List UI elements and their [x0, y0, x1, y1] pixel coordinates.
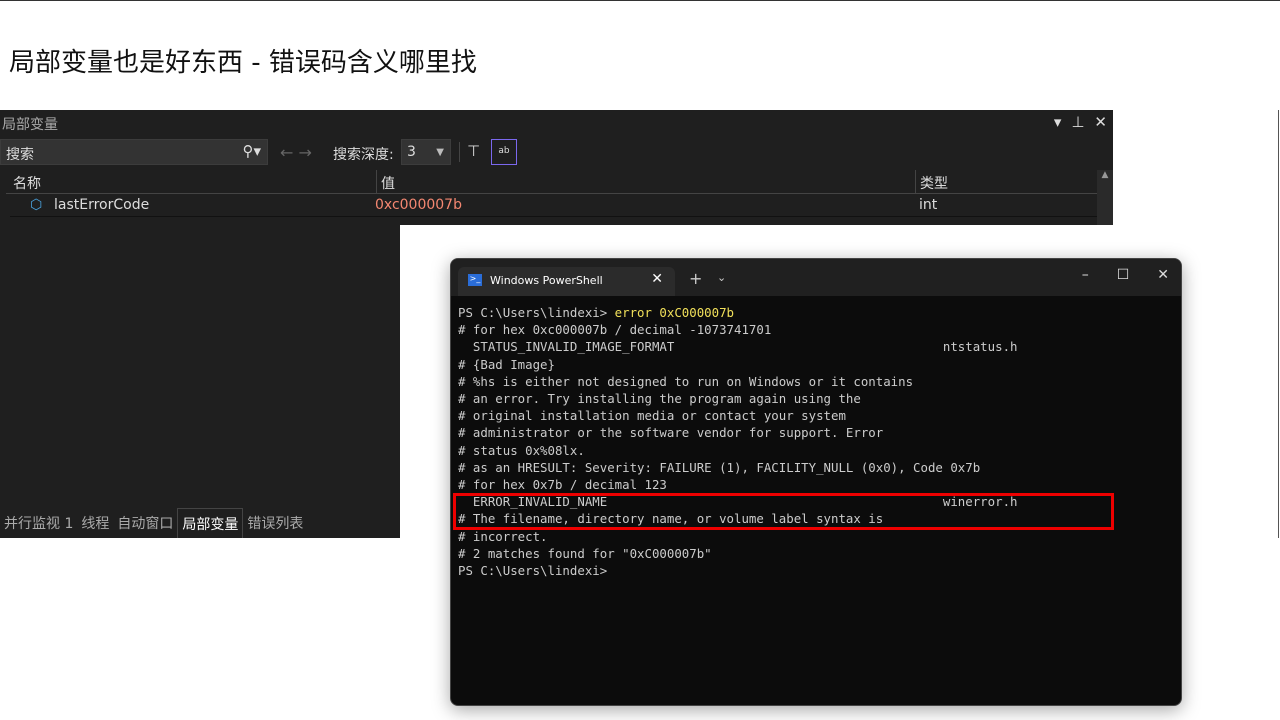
pin-filter-icon[interactable]: ⊤ [467, 142, 480, 160]
scrollbar[interactable]: ▲ [1097, 170, 1113, 225]
search-icon[interactable]: ⚲▾ [242, 142, 261, 160]
divider [0, 0, 1280, 1]
tab-autos[interactable]: 自动窗口 [113, 508, 177, 538]
dropdown-icon[interactable]: ▾ [1054, 113, 1062, 131]
pin-ab-icon[interactable]: ab [491, 139, 517, 165]
output-line: # status 0x%08lx. [458, 442, 585, 458]
search-depth-label: 搜索深度: [333, 147, 394, 163]
table-row[interactable]: ⬡ lastErrorCode 0xc000007b int [10, 195, 1097, 217]
output-line: # %hs is either not designed to run on W… [458, 373, 914, 389]
locals-panel-body: 并行监视 1 线程 自动窗口 局部变量 错误列表 [0, 225, 400, 538]
chevron-down-icon: ▼ [436, 147, 444, 158]
tab-error-list[interactable]: 错误列表 [243, 508, 307, 538]
tab-parallel-watch[interactable]: 并行监视 1 [0, 508, 77, 538]
column-value[interactable]: 值 [376, 170, 395, 194]
search-depth-select[interactable]: 3 ▼ [401, 139, 451, 165]
search-input[interactable]: 搜索 ⚲▾ [0, 139, 268, 165]
minimize-icon[interactable]: – [1082, 267, 1089, 283]
output-line: # for hex 0xc000007b / decimal -10737417… [458, 322, 772, 338]
terminal-output[interactable]: PS C:\Users\lindexi> error 0xC000007b # f… [451, 296, 1181, 579]
terminal-titlebar: >_ Windows PowerShell ✕ + ⌄ – ☐ ✕ [451, 259, 1181, 296]
column-type[interactable]: 类型 [915, 170, 948, 194]
powershell-icon: >_ [468, 274, 482, 286]
close-icon[interactable]: ✕ [1157, 267, 1169, 283]
variable-icon: ⬡ [30, 197, 43, 213]
output-line: # incorrect. [458, 528, 548, 544]
depth-value: 3 [407, 144, 416, 160]
locals-panel: 局部变量 ▾ ⊥ ✕ 搜索 ⚲▾ ← → 搜索深度: 3 ▼ ⊤ ab 名称 值… [0, 110, 1113, 225]
variable-value[interactable]: 0xc000007b [375, 197, 462, 213]
column-name[interactable]: 名称 [13, 173, 41, 193]
slide-title: 局部变量也是好东西 - 错误码含义哪里找 [9, 48, 477, 78]
forward-arrow-icon[interactable]: → [299, 143, 312, 162]
tab-locals[interactable]: 局部变量 [177, 508, 244, 538]
command-line: PS C:\Users\lindexi> error 0xC000007b [458, 304, 1181, 321]
output-line: # original installation media or contact… [458, 408, 846, 424]
command: error 0xC000007b [614, 305, 735, 320]
tab-title: Windows PowerShell [490, 274, 603, 287]
output-line: # administrator or the software vendor f… [458, 425, 884, 441]
maximize-icon[interactable]: ☐ [1117, 267, 1130, 283]
bottom-tabs: 并行监视 1 线程 自动窗口 局部变量 错误列表 [0, 508, 307, 538]
close-tab-icon[interactable]: ✕ [651, 271, 663, 287]
table-header: 名称 值 类型 [6, 170, 1097, 194]
terminal-window: >_ Windows PowerShell ✕ + ⌄ – ☐ ✕ PS C:\… [450, 258, 1182, 706]
output-line: # 2 matches found for "0xC000007b" [458, 545, 712, 561]
search-placeholder: 搜索 [6, 147, 34, 163]
tab-threads[interactable]: 线程 [77, 508, 113, 538]
output-line: # as an HRESULT: Severity: FAILURE (1), … [458, 459, 981, 475]
divider [459, 142, 460, 162]
panel-title: 局部变量 [2, 117, 58, 133]
tab-powershell[interactable]: >_ Windows PowerShell ✕ [458, 267, 675, 296]
highlight-box [453, 493, 1114, 530]
pin-icon[interactable]: ⊥ [1071, 113, 1084, 131]
output-line: # an error. Try installing the program a… [458, 391, 861, 407]
output-line: STATUS_INVALID_IMAGE_FORMAT ntstatus.h [458, 339, 1018, 355]
output-line: # {Bad Image} [458, 356, 555, 372]
output-line: PS C:\Users\lindexi> [458, 563, 608, 579]
output-line: # for hex 0x7b / decimal 123 [458, 477, 667, 493]
new-tab-icon[interactable]: + [689, 269, 702, 288]
prompt: PS C:\Users\lindexi> [458, 305, 615, 320]
variable-name: lastErrorCode [54, 197, 150, 213]
back-arrow-icon[interactable]: ← [280, 143, 293, 162]
close-icon[interactable]: ✕ [1094, 113, 1107, 131]
chevron-down-icon[interactable]: ⌄ [717, 271, 726, 284]
variable-type: int [919, 197, 938, 213]
divider [1278, 110, 1279, 538]
